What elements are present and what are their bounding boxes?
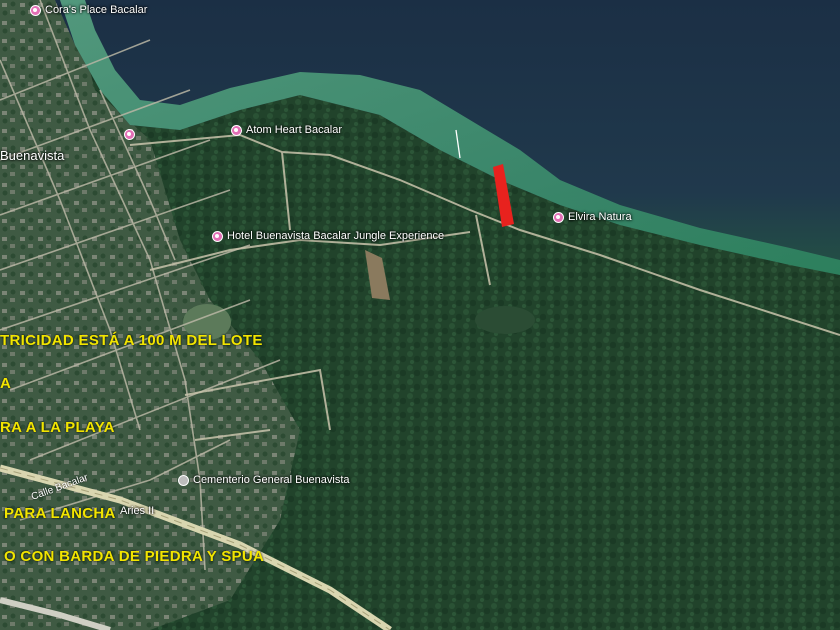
poi-hotel-buenavista[interactable]: Hotel Buenavista Bacalar Jungle Experien…: [212, 230, 444, 242]
poi-label: Cora's Place Bacalar: [45, 4, 148, 16]
grey-pin-icon: [178, 474, 189, 486]
pink-pin-icon: [553, 211, 564, 223]
map-imagery: [0, 0, 840, 630]
poi-label: Aries II: [120, 505, 155, 517]
poi-label: Elvira Natura: [568, 211, 632, 223]
pink-pin-icon: [212, 230, 223, 242]
pink-pin-icon: [124, 129, 135, 140]
poi-coras-place[interactable]: Cora's Place Bacalar: [30, 4, 147, 16]
poi-unnamed-pin[interactable]: [124, 129, 135, 140]
note-wall: O CON BARDA DE PIEDRA Y SPUA: [4, 548, 265, 565]
area-label-buenavista: Buenavista: [0, 148, 65, 163]
pink-pin-icon: [30, 4, 41, 16]
satellite-map[interactable]: Cora's Place Bacalar Atom Heart Bacalar …: [0, 0, 840, 630]
poi-cementerio[interactable]: Cementerio General Buenavista: [178, 474, 350, 486]
poi-atom-heart[interactable]: Atom Heart Bacalar: [231, 124, 342, 136]
note-electricity: TRICIDAD ESTÁ A 100 M DEL LOTE: [0, 332, 263, 349]
poi-label: Hotel Buenavista Bacalar Jungle Experien…: [227, 230, 445, 242]
note-beach: RA A LA PLAYA: [0, 419, 115, 436]
poi-elvira-natura[interactable]: Elvira Natura: [553, 211, 632, 223]
pink-pin-icon: [231, 124, 242, 136]
clearing: [475, 306, 535, 334]
poi-label: Cementerio General Buenavista: [193, 474, 350, 486]
note-line-2: A: [0, 375, 12, 392]
poi-label: Atom Heart Bacalar: [246, 124, 342, 136]
note-boat: PARA LANCHA: [4, 505, 116, 522]
poi-aries[interactable]: Aries II: [120, 505, 154, 517]
